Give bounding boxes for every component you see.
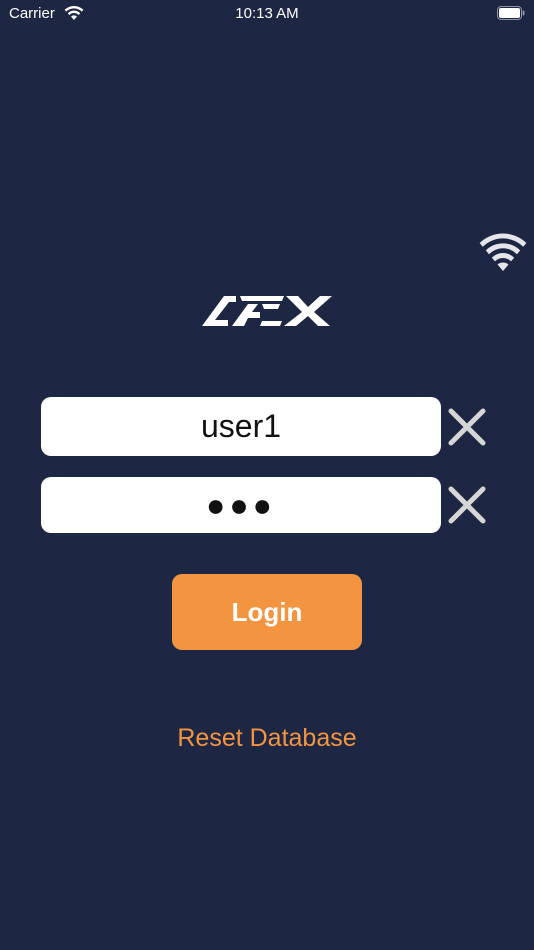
password-value: ●●● <box>206 486 276 523</box>
password-field[interactable]: ●●● <box>41 477 441 533</box>
username-value: user1 <box>200 408 282 444</box>
battery-icon <box>497 6 525 20</box>
login-button[interactable]: Login <box>172 574 362 650</box>
clear-password-button[interactable] <box>447 485 487 525</box>
brand-logo <box>202 296 332 326</box>
login-screen: Carrier 10:13 AM user1 ●●● Login Reset D… <box>0 0 534 950</box>
status-bar: Carrier 10:13 AM <box>0 0 534 30</box>
status-time: 10:13 AM <box>235 5 299 22</box>
wifi-signal-icon <box>479 233 527 271</box>
username-field[interactable]: user1 <box>41 397 441 456</box>
clear-username-button[interactable] <box>447 407 487 447</box>
login-button-label: Login <box>231 596 303 627</box>
reset-database-link[interactable]: Reset Database <box>0 724 534 753</box>
